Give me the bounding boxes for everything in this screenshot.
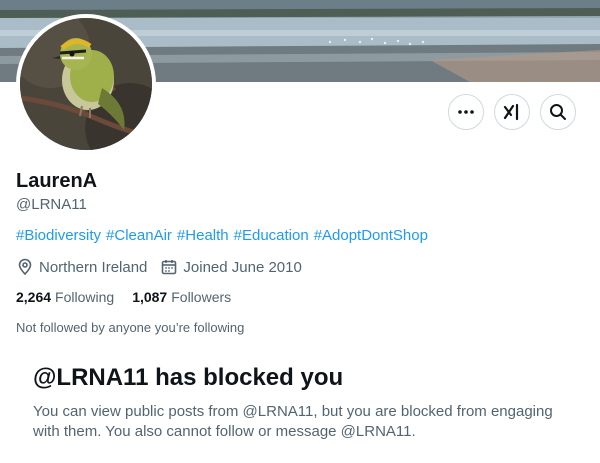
hashtag-link[interactable]: #AdoptDontShop bbox=[314, 227, 428, 244]
profile-meta: Northern Ireland Joined June 2010 bbox=[16, 258, 315, 276]
more-horizontal-icon bbox=[458, 110, 474, 114]
blocked-title: @LRNA11 has blocked you bbox=[33, 364, 344, 391]
user-handle: @LRNA11 bbox=[16, 196, 87, 213]
grok-icon bbox=[503, 103, 519, 121]
followers-link[interactable]: 1,087 Followers bbox=[132, 289, 231, 305]
hashtag-link[interactable]: #Biodiversity bbox=[16, 227, 101, 244]
followers-label: Followers bbox=[171, 289, 232, 305]
avatar[interactable] bbox=[16, 14, 156, 154]
join-date: Joined June 2010 bbox=[160, 258, 302, 276]
hashtag-link[interactable]: #Education bbox=[234, 227, 309, 244]
bio: #Biodiversity #CleanAir #Health #Education #… bbox=[16, 227, 433, 244]
join-date-text: Joined June 2010 bbox=[183, 258, 302, 276]
blocked-message: You can view public posts from @LRNA11, … bbox=[33, 403, 553, 440]
search-button[interactable] bbox=[540, 94, 576, 130]
followed-by-note: Not followed by anyone you’re following bbox=[16, 320, 245, 335]
profile-page: LaurenA @LRNA11 #Biodiversity #CleanAir #H… bbox=[0, 0, 600, 463]
hashtag-link[interactable]: #Health bbox=[177, 227, 229, 244]
avatar-bird-image bbox=[20, 18, 152, 150]
following-count: 2,264 bbox=[16, 289, 52, 305]
follow-stats: 2,264 Following 1,087 Followers bbox=[16, 289, 249, 305]
hashtag-link[interactable]: #CleanAir bbox=[106, 227, 172, 244]
location: Northern Ireland bbox=[16, 258, 147, 276]
followers-count: 1,087 bbox=[132, 289, 168, 305]
search-icon bbox=[550, 104, 566, 120]
following-link[interactable]: 2,264 Following bbox=[16, 289, 114, 305]
following-label: Following bbox=[55, 289, 115, 305]
location-text: Northern Ireland bbox=[39, 258, 148, 276]
profile-actions bbox=[448, 94, 576, 130]
grok-button[interactable] bbox=[494, 94, 530, 130]
calendar-icon bbox=[162, 260, 177, 275]
location-pin-icon bbox=[18, 258, 32, 276]
more-button[interactable] bbox=[448, 94, 484, 130]
display-name: LaurenA bbox=[16, 170, 98, 192]
